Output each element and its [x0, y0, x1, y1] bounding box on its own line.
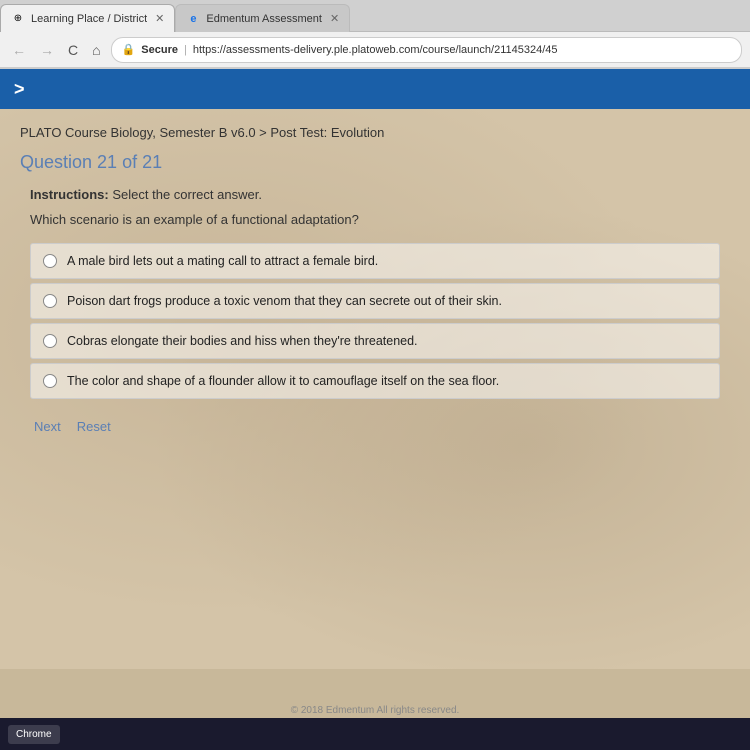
browser-chrome: ⊕ Learning Place / District ✕ e Edmentum…	[0, 0, 750, 69]
taskbar: Chrome	[0, 718, 750, 750]
option-d[interactable]: The color and shape of a flounder allow …	[30, 363, 720, 399]
options-container: A male bird lets out a mating call to at…	[30, 243, 720, 399]
blue-toolbar: >	[0, 69, 750, 109]
option-d-text: The color and shape of a flounder allow …	[67, 374, 499, 388]
next-button[interactable]: Next	[34, 419, 61, 434]
address-bar-row: ← → C ⌂ 🔒 Secure | https://assessments-d…	[0, 32, 750, 68]
refresh-button[interactable]: C	[64, 40, 82, 60]
reset-button[interactable]: Reset	[77, 419, 111, 434]
radio-d[interactable]	[43, 374, 57, 388]
tab-edmentum[interactable]: e Edmentum Assessment ✕	[175, 4, 350, 32]
taskbar-browser[interactable]: Chrome	[8, 725, 60, 744]
radio-a[interactable]	[43, 254, 57, 268]
tab1-favicon: ⊕	[11, 12, 25, 26]
instructions-block: Instructions: Select the correct answer.	[30, 187, 730, 202]
question-number: Question 21 of 21	[20, 152, 730, 173]
taskbar-browser-label: Chrome	[16, 729, 52, 740]
tab2-close[interactable]: ✕	[330, 12, 339, 25]
option-a-text: A male bird lets out a mating call to at…	[67, 254, 378, 268]
tab2-label: Edmentum Assessment	[206, 13, 322, 25]
forward-button[interactable]: →	[36, 40, 58, 60]
home-button[interactable]: ⌂	[88, 40, 104, 60]
question-text: Which scenario is an example of a functi…	[30, 212, 730, 227]
address-bar[interactable]: 🔒 Secure | https://assessments-delivery.…	[111, 37, 742, 63]
tab1-close[interactable]: ✕	[155, 12, 164, 25]
tab-learning-place[interactable]: ⊕ Learning Place / District ✕	[0, 4, 175, 32]
tab2-favicon: e	[186, 12, 200, 26]
radio-c[interactable]	[43, 334, 57, 348]
tab-bar: ⊕ Learning Place / District ✕ e Edmentum…	[0, 0, 750, 32]
option-b-text: Poison dart frogs produce a toxic venom …	[67, 294, 502, 308]
button-row: Next Reset	[34, 419, 730, 434]
option-c[interactable]: Cobras elongate their bodies and hiss wh…	[30, 323, 720, 359]
option-b[interactable]: Poison dart frogs produce a toxic venom …	[30, 283, 720, 319]
page-footer: © 2018 Edmentum All rights reserved.	[0, 700, 750, 718]
footer-text: © 2018 Edmentum All rights reserved.	[291, 705, 460, 716]
radio-b[interactable]	[43, 294, 57, 308]
instructions-label: Instructions:	[30, 187, 109, 202]
secure-label: Secure	[141, 44, 178, 56]
breadcrumb: PLATO Course Biology, Semester B v6.0 > …	[20, 125, 730, 140]
tab1-label: Learning Place / District	[31, 13, 147, 25]
url-text: https://assessments-delivery.ple.platowe…	[193, 44, 558, 56]
instructions-text: Select the correct answer.	[112, 187, 262, 202]
chevron-button[interactable]: >	[14, 79, 25, 100]
lock-icon: 🔒	[122, 43, 136, 56]
content-area: PLATO Course Biology, Semester B v6.0 > …	[0, 109, 750, 669]
option-c-text: Cobras elongate their bodies and hiss wh…	[67, 334, 418, 348]
option-a[interactable]: A male bird lets out a mating call to at…	[30, 243, 720, 279]
back-button[interactable]: ←	[8, 40, 30, 60]
